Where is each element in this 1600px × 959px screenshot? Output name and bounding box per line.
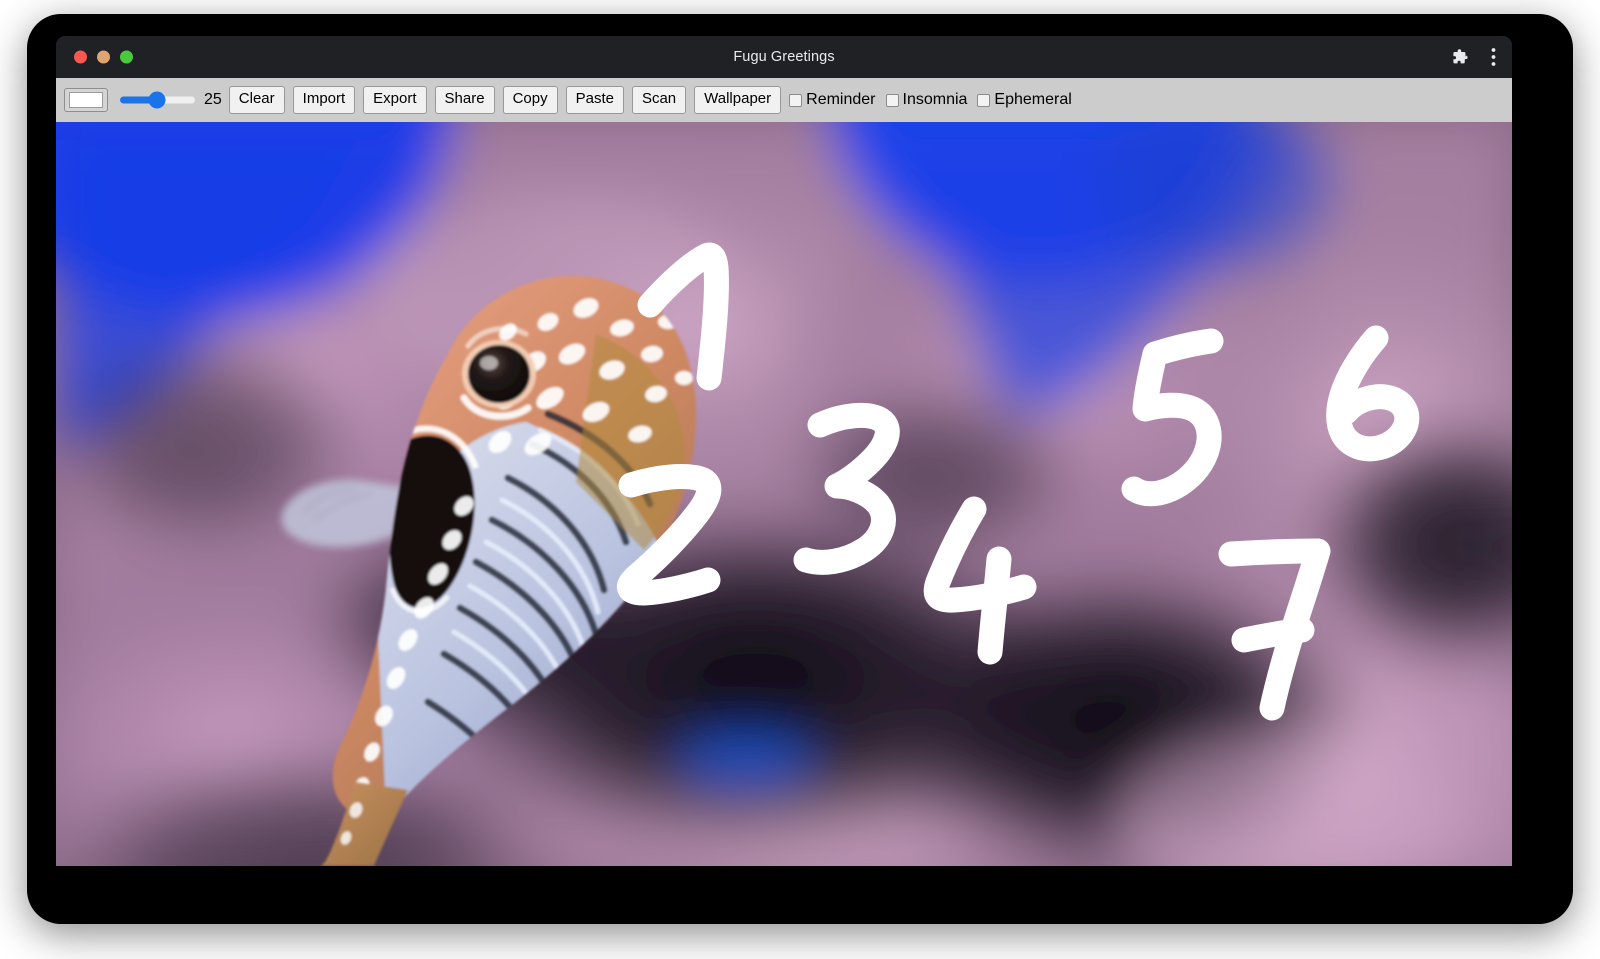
thickness-slider-input[interactable] <box>120 90 195 110</box>
paste-button[interactable]: Paste <box>565 86 624 114</box>
reminder-checkbox[interactable]: Reminder <box>789 91 876 109</box>
extensions-icon[interactable] <box>1452 49 1469 66</box>
drawing-canvas[interactable] <box>56 122 1512 866</box>
insomnia-checkbox[interactable]: Insomnia <box>885 91 968 109</box>
thickness-value-label: 25 <box>204 91 222 108</box>
insomnia-checkbox-box[interactable] <box>885 93 899 107</box>
share-button[interactable]: Share <box>434 86 495 114</box>
copy-button[interactable]: Copy <box>502 86 558 114</box>
wallpaper-button[interactable]: Wallpaper <box>694 86 782 114</box>
slider-thumb[interactable] <box>148 91 166 109</box>
reminder-checkbox-label: Reminder <box>806 91 876 108</box>
color-picker-input[interactable] <box>64 88 108 112</box>
window-titlebar: Fugu Greetings <box>56 36 1512 78</box>
ephemeral-checkbox[interactable]: Ephemeral <box>977 91 1072 109</box>
window-title: Fugu Greetings <box>733 49 835 65</box>
clear-button[interactable]: Clear <box>228 86 285 114</box>
desktop-background: Fugu Greetings 25 Clear Import Export Sh… <box>0 0 1600 959</box>
insomnia-checkbox-label: Insomnia <box>902 91 968 108</box>
traffic-light-buttons <box>74 50 133 64</box>
scan-button[interactable]: Scan <box>631 86 687 114</box>
import-button[interactable]: Import <box>292 86 356 114</box>
pufferfish-photo <box>56 122 1512 866</box>
close-window-button[interactable] <box>74 50 87 64</box>
reminder-checkbox-box[interactable] <box>789 93 803 107</box>
ephemeral-checkbox-label: Ephemeral <box>994 91 1072 108</box>
minimize-window-button[interactable] <box>97 50 110 64</box>
browser-menu-icon[interactable] <box>1491 48 1496 67</box>
ephemeral-checkbox-box[interactable] <box>977 93 991 107</box>
titlebar-actions <box>1452 48 1496 67</box>
app-toolbar: 25 Clear Import Export Share Copy Paste … <box>56 78 1512 122</box>
color-swatch <box>69 92 103 108</box>
maximize-window-button[interactable] <box>120 50 133 64</box>
export-button[interactable]: Export <box>363 86 427 114</box>
